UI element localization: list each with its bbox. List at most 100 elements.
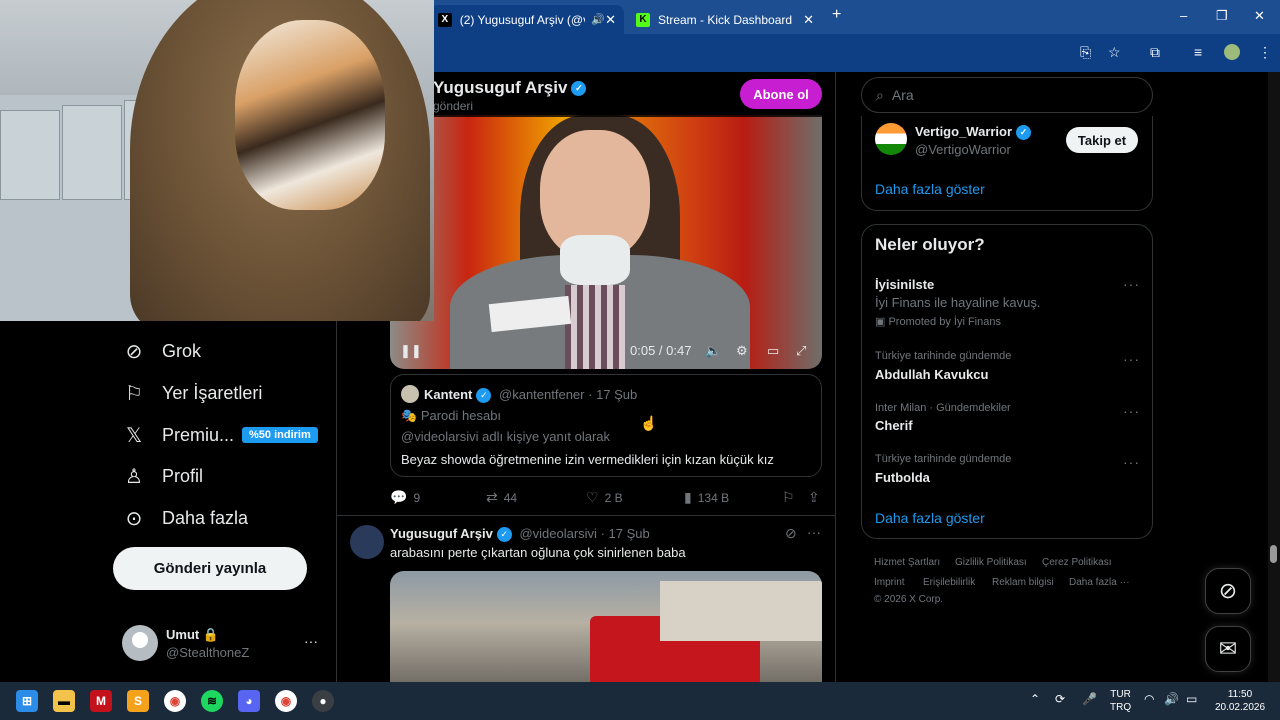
- tab-x[interactable]: X (2) Yugusuguf Arşiv (@vide 🔊 ✕: [430, 5, 624, 34]
- more-circle-icon: ⊙: [125, 507, 143, 530]
- install-app-icon[interactable]: ⎘: [1080, 44, 1091, 61]
- grok-icon: ⊘: [125, 340, 143, 363]
- obs-icon[interactable]: ●: [312, 690, 334, 712]
- nav-profile[interactable]: ♙ Profil: [122, 464, 203, 488]
- verified-icon: ✓: [571, 81, 587, 97]
- fullscreen-icon[interactable]: ⤢: [796, 343, 806, 359]
- follow-button[interactable]: Takip et: [1066, 127, 1138, 153]
- tweet-more-icon[interactable]: ···: [807, 524, 821, 540]
- nav-bookmarks[interactable]: ⚐ Yer İşaretleri: [122, 381, 262, 405]
- volume-icon[interactable]: 🔊: [1164, 693, 1179, 706]
- trend-more-icon[interactable]: ···: [1123, 454, 1140, 470]
- profile-avatar-icon[interactable]: [1224, 44, 1240, 60]
- avatar[interactable]: [875, 123, 907, 155]
- bookmark-button[interactable]: ⚐: [782, 489, 801, 506]
- footer-link[interactable]: Imprint: [874, 577, 905, 588]
- discord-icon[interactable]: ◕: [238, 690, 260, 712]
- window-close-button[interactable]: ✕: [1254, 8, 1265, 24]
- chrome-icon[interactable]: ◉: [164, 690, 186, 712]
- tab-title: (2) Yugusuguf Arşiv (@vide: [459, 12, 586, 27]
- browser-menu-icon[interactable]: ⋮: [1258, 44, 1272, 61]
- scrollbar-thumb[interactable]: [1270, 545, 1277, 563]
- new-tab-button[interactable]: +: [832, 6, 841, 24]
- footer-link[interactable]: Gizlilik Politikası: [955, 557, 1027, 568]
- spotify-icon[interactable]: ≋: [201, 690, 223, 712]
- follow-suggestion-name[interactable]: Vertigo_Warrior ✓: [915, 124, 1032, 141]
- trend-more-icon[interactable]: ···: [1123, 351, 1140, 367]
- start-icon[interactable]: ⊞: [16, 690, 38, 712]
- tweet-video-thumbnail[interactable]: [390, 571, 822, 686]
- post-button[interactable]: Gönderi yayınla: [113, 547, 307, 590]
- heart-icon: ♡: [586, 489, 599, 505]
- search-input[interactable]: ⌕ Ara: [861, 77, 1153, 113]
- video-player[interactable]: [390, 115, 822, 369]
- tab-kick[interactable]: K Stream - Kick Dashboard ✕: [628, 5, 822, 34]
- sync-icon[interactable]: ⟳: [1055, 693, 1065, 706]
- account-handle: @StealthoneZ: [166, 645, 250, 660]
- trend-more-icon[interactable]: ···: [1123, 276, 1140, 292]
- trend-name[interactable]: Abdullah Kavukcu: [875, 367, 988, 382]
- show-more-link[interactable]: Daha fazla göster: [875, 181, 985, 197]
- sublime-icon[interactable]: S: [127, 690, 149, 712]
- grok-icon[interactable]: ⊘: [785, 525, 797, 542]
- retweet-button[interactable]: ⇄ 44: [486, 489, 517, 506]
- quote-header: Kantent ✓ @kantentfener · 17 Şub: [424, 387, 638, 404]
- footer-link[interactable]: Hizmet Şartları: [874, 557, 940, 568]
- nav-grok[interactable]: ⊘ Grok: [122, 339, 201, 363]
- extensions-icon[interactable]: ⧉: [1150, 44, 1160, 61]
- footer-link[interactable]: Çerez Politikası: [1042, 557, 1111, 568]
- battery-icon[interactable]: ▭: [1186, 693, 1197, 706]
- pip-icon[interactable]: ▭: [767, 343, 779, 359]
- trends-title: Neler oluyor?: [875, 235, 985, 254]
- share-button[interactable]: ⇪: [808, 489, 826, 506]
- minimize-button[interactable]: –: [1180, 8, 1187, 23]
- account-more-icon[interactable]: ···: [304, 633, 318, 649]
- chrome-icon[interactable]: ◉: [275, 690, 297, 712]
- nav-label: Grok: [162, 340, 202, 361]
- subscribe-button[interactable]: Abone ol: [740, 79, 822, 109]
- account-switcher[interactable]: Umut 🔒 @StealthoneZ ···: [122, 625, 326, 661]
- grok-fab-button[interactable]: ⊘: [1205, 568, 1251, 614]
- views-button[interactable]: ▮ 134 B: [684, 489, 729, 506]
- trend-meta: Türkiye tarihinde gündemde: [875, 453, 1012, 465]
- promoted-trend-desc: İyi Finans ile hayaline kavuş.: [875, 295, 1041, 310]
- settings-icon[interactable]: ⚙: [736, 343, 748, 359]
- tab-close-icon[interactable]: ✕: [803, 12, 814, 28]
- trend-more-icon[interactable]: ···: [1123, 403, 1140, 419]
- pause-icon[interactable]: ❚❚: [400, 343, 422, 359]
- trend-name[interactable]: Futbolda: [875, 470, 930, 485]
- trend-name[interactable]: Cherif: [875, 418, 913, 433]
- mcafee-icon[interactable]: M: [90, 690, 112, 712]
- scrollbar[interactable]: [1268, 72, 1280, 682]
- avatar[interactable]: [350, 525, 384, 559]
- clock[interactable]: 11:50 20.02.2026: [1214, 688, 1266, 714]
- volume-icon[interactable]: 🔈: [705, 343, 721, 359]
- x-logo-icon: 𝕏: [125, 424, 143, 447]
- maximize-button[interactable]: ❐: [1216, 8, 1228, 24]
- nav-premium[interactable]: 𝕏 Premiu...: [122, 423, 234, 447]
- webcam-overlay: [0, 0, 434, 321]
- nav-more[interactable]: ⊙ Daha fazla: [122, 506, 248, 530]
- wifi-icon[interactable]: ◠: [1144, 693, 1154, 706]
- tab-close-icon[interactable]: ✕: [605, 12, 616, 28]
- media-control-icon[interactable]: ≡: [1194, 44, 1202, 60]
- messages-fab-button[interactable]: ✉: [1205, 626, 1251, 672]
- tray-overflow-icon[interactable]: ⌃: [1030, 693, 1040, 706]
- speaker-icon[interactable]: 🔊: [591, 13, 605, 26]
- footer-link[interactable]: Erişilebilirlik: [923, 577, 975, 588]
- like-button[interactable]: ♡ 2 B: [586, 489, 623, 506]
- microphone-icon[interactable]: 🎤: [1082, 693, 1097, 706]
- file-explorer-icon[interactable]: ▬: [53, 690, 75, 712]
- video-frame: [560, 235, 630, 285]
- language-indicator[interactable]: TUR TRQ: [1110, 688, 1131, 714]
- footer-link[interactable]: Reklam bilgisi: [992, 577, 1054, 588]
- trend-meta: Inter Milan · Gündemdekiler: [875, 402, 1011, 414]
- reply-button[interactable]: 💬 9: [390, 489, 420, 506]
- star-icon[interactable]: ☆: [1108, 44, 1121, 61]
- nav-label: Profil: [162, 465, 204, 486]
- footer-link[interactable]: Daha fazla ···: [1069, 577, 1130, 588]
- show-more-link[interactable]: Daha fazla göster: [875, 510, 985, 526]
- quoted-tweet[interactable]: Kantent ✓ @kantentfener · 17 Şub 🎭 Parodi…: [390, 374, 822, 477]
- promoted-trend-name[interactable]: İyisinilste: [875, 277, 934, 292]
- promoted-icon: ▣: [875, 316, 886, 328]
